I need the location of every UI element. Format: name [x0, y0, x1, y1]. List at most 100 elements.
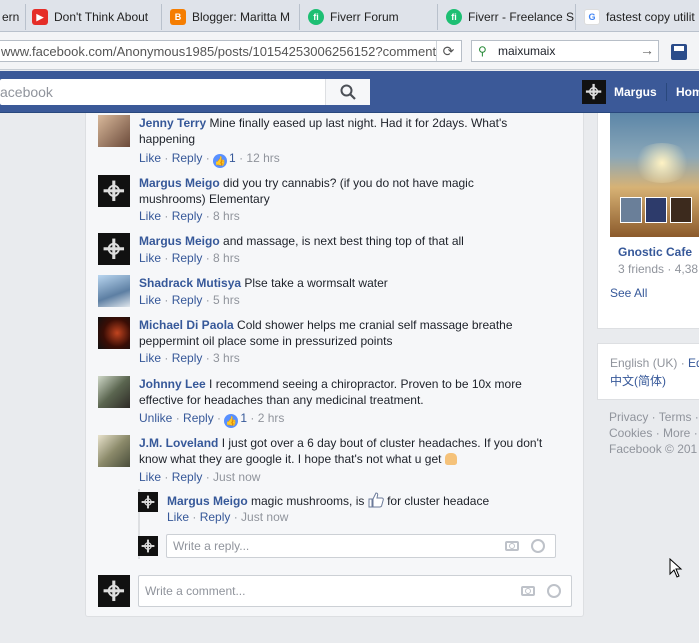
tab-label: Blogger: Maritta M — [192, 10, 291, 24]
tab-blogger[interactable]: B Blogger: Maritta M — [164, 4, 300, 30]
reload-icon[interactable]: ⟳ — [436, 41, 460, 61]
current-language: English (UK) · — [610, 356, 685, 370]
tab-fiverr-forum[interactable]: fi Fiverr Forum — [302, 4, 438, 30]
friend-thumbnails — [610, 197, 692, 223]
tab-partial[interactable]: ern — [0, 4, 26, 30]
reply-link[interactable]: Reply — [172, 293, 203, 307]
tab-label: Don't Think About — [54, 10, 149, 24]
comment-actions: Like · Reply · 8 hrs — [139, 251, 240, 265]
url-bar[interactable]: www.facebook.com/Anonymous1985/posts/101… — [0, 40, 462, 62]
tab-google[interactable]: G fastest copy utilit — [578, 4, 699, 30]
comment-timestamp[interactable]: 8 hrs — [213, 209, 240, 223]
go-arrow-icon[interactable]: → — [640, 42, 654, 58]
avatar — [98, 317, 130, 349]
emoji-icon[interactable] — [531, 539, 545, 553]
camera-icon[interactable] — [505, 541, 519, 551]
save-icon[interactable] — [671, 44, 687, 60]
home-link[interactable]: Hom — [676, 85, 699, 99]
reply-timestamp[interactable]: Just now — [241, 510, 288, 524]
tab-fiverr[interactable]: fi Fiverr - Freelance S — [440, 4, 576, 30]
comment-author[interactable]: Margus Meigo — [139, 234, 220, 248]
thumbs-up-emoji-icon — [368, 492, 384, 508]
comment-author[interactable]: Shadrack Mutisya — [139, 276, 241, 290]
unlike-link[interactable]: Unlike — [139, 411, 172, 425]
reply-link[interactable]: Reply — [172, 151, 203, 165]
like-link[interactable]: Like — [139, 351, 161, 365]
like-count[interactable]: 1 — [240, 411, 247, 425]
like-count-icon: 👍 — [213, 154, 228, 168]
like-count[interactable]: 1 — [229, 151, 236, 165]
reply-link[interactable]: Reply — [183, 411, 214, 425]
comment-actions: Unlike · Reply · 👍 1 · 2 hrs — [139, 411, 285, 428]
cover-glow — [632, 143, 692, 183]
comment-actions: Like · Reply · 5 hrs — [139, 293, 240, 307]
friend-thumbnail[interactable] — [620, 197, 642, 223]
friend-thumbnail[interactable] — [670, 197, 692, 223]
search-icon[interactable] — [325, 79, 370, 105]
reply-author[interactable]: Margus Meigo — [167, 494, 248, 508]
like-link[interactable]: Like — [139, 293, 161, 307]
tab-label: Fiverr Forum — [330, 10, 399, 24]
comment-actions: Like · Reply · 👍 1 · 12 hrs — [139, 151, 280, 168]
comment-item: Shadrack Mutisya Plse take a wormsalt wa… — [98, 275, 543, 311]
comment-timestamp[interactable]: 12 hrs — [246, 151, 279, 165]
browser-tab-bar: ern ▶ Don't Think About B Blogger: Marit… — [0, 0, 699, 32]
comment-item: Margus Meigo and massage, is next best t… — [98, 233, 543, 269]
browser-nav-bar: www.facebook.com/Anonymous1985/posts/101… — [0, 32, 699, 70]
like-link[interactable]: Like — [167, 510, 189, 524]
avatar — [98, 275, 130, 307]
like-count-icon: 👍 — [224, 414, 239, 428]
profile-link[interactable]: Margus — [582, 80, 657, 104]
comment-input[interactable]: Write a comment... — [138, 575, 572, 607]
language-card: English (UK) · Ed 中文(简体) — [597, 343, 699, 400]
reply-item: Margus Meigo magic mushrooms, is for clu… — [138, 492, 538, 528]
footer-line[interactable]: Privacy · Terms · — [609, 409, 699, 425]
blogger-icon: B — [170, 9, 186, 25]
comment-author[interactable]: Jenny Terry — [139, 116, 206, 130]
browser-search-value: maixumaix — [498, 44, 556, 58]
like-link[interactable]: Like — [139, 251, 161, 265]
page-title-link[interactable]: Gnostic Cafe — [618, 245, 692, 259]
reply-link[interactable]: Reply — [172, 209, 203, 223]
comment-author[interactable]: Margus Meigo — [139, 176, 220, 190]
emoji-icon[interactable] — [547, 584, 561, 598]
reply-input[interactable]: Write a reply... — [166, 534, 556, 558]
tab-youtube[interactable]: ▶ Don't Think About — [26, 4, 162, 30]
comment-item: Johnny Lee I recommend seeing a chiropra… — [98, 376, 543, 428]
like-link[interactable]: Like — [139, 209, 161, 223]
see-all-link[interactable]: See All — [610, 286, 647, 300]
comment-author[interactable]: Michael Di Paola — [139, 318, 234, 332]
language-link-chinese[interactable]: 中文(简体) — [610, 372, 666, 389]
comment-timestamp[interactable]: 3 hrs — [213, 351, 240, 365]
comment-timestamp[interactable]: 5 hrs — [213, 293, 240, 307]
reply-link[interactable]: Reply — [172, 251, 203, 265]
like-link[interactable]: Like — [139, 151, 161, 165]
page-cover-image[interactable] — [610, 113, 699, 237]
comment-actions: Like · Reply · 8 hrs — [139, 209, 240, 223]
comment-text: and massage, is next best thing top of t… — [223, 234, 464, 248]
tab-label: Fiverr - Freelance S — [468, 10, 575, 24]
facebook-header: acebook Margus Hom — [0, 71, 699, 113]
reply-actions: Like · Reply · Just now — [167, 510, 289, 524]
comment-author[interactable]: J.M. Loveland — [139, 436, 218, 450]
footer-line[interactable]: Cookies · More · — [609, 425, 699, 441]
comment-body: J.M. Loveland I just got over a 6 day bo… — [139, 435, 543, 467]
comment-timestamp[interactable]: 8 hrs — [213, 251, 240, 265]
praying-hands-emoji-icon — [444, 453, 457, 465]
language-link[interactable]: Ed — [688, 356, 699, 370]
reply-link[interactable]: Reply — [172, 470, 203, 484]
comment-body: Shadrack Mutisya Plse take a wormsalt wa… — [139, 275, 543, 291]
avatar — [138, 492, 158, 512]
comment-timestamp[interactable]: 2 hrs — [258, 411, 285, 425]
reply-link[interactable]: Reply — [172, 351, 203, 365]
facebook-search-input[interactable]: acebook — [0, 79, 370, 105]
google-icon: G — [584, 9, 600, 25]
reply-link[interactable]: Reply — [200, 510, 231, 524]
browser-search-input[interactable]: ⚲ maixumaix → — [471, 40, 659, 62]
comment-timestamp[interactable]: Just now — [213, 470, 260, 484]
comment-body: Margus Meigo did you try cannabis? (if y… — [139, 175, 543, 207]
camera-icon[interactable] — [521, 586, 535, 596]
friend-thumbnail[interactable] — [645, 197, 667, 223]
comment-author[interactable]: Johnny Lee — [139, 377, 206, 391]
like-link[interactable]: Like — [139, 470, 161, 484]
